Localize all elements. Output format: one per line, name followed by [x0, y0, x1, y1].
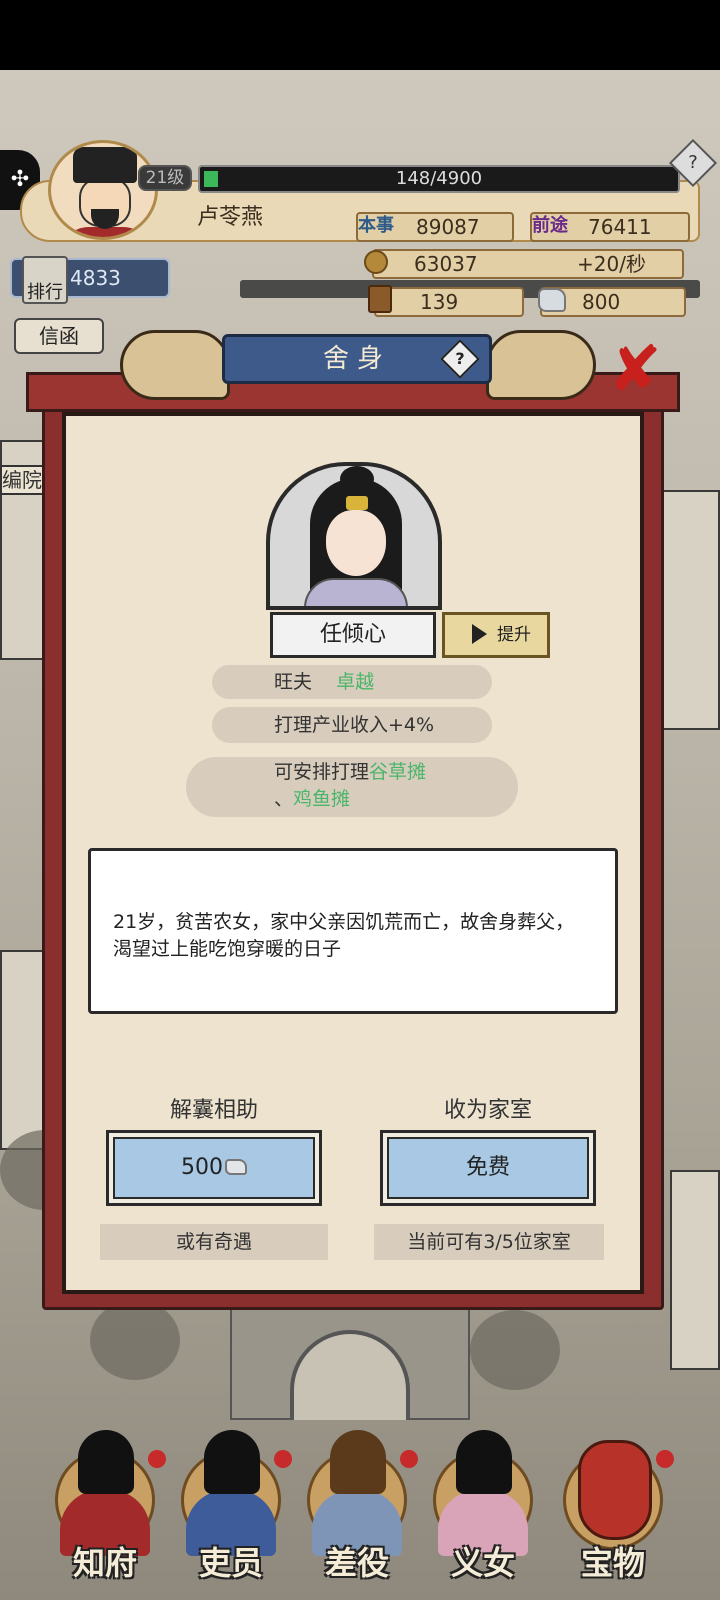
building-right-lower: [670, 1170, 720, 1370]
building-label[interactable]: 编院: [0, 465, 44, 495]
upgrade-label: 提升: [497, 625, 531, 645]
nav-label: 宝物: [580, 1544, 645, 1582]
marry-button-label: 免费: [387, 1137, 589, 1199]
tree: [470, 1310, 560, 1390]
marry-caption: 当前可有3/5位家室: [374, 1224, 604, 1260]
seal-value: 139: [420, 290, 459, 314]
ability-value: 89087: [416, 215, 480, 239]
upgrade-button[interactable]: 提升: [442, 612, 550, 658]
manage-separator: 、: [274, 788, 294, 810]
player-level: 21级: [138, 165, 192, 191]
tree: [90, 1300, 180, 1380]
seal-stat: 139: [374, 287, 524, 317]
silver-icon: [225, 1159, 247, 1175]
scroll-icon[interactable]: 排行: [22, 256, 68, 304]
nav-label: 义女: [450, 1544, 515, 1582]
play-icon: [472, 624, 487, 644]
help-caption: 或有奇遇: [100, 1224, 328, 1260]
nav-magistrate[interactable]: 知府: [40, 1420, 170, 1600]
trait-row: 旺夫 卓越: [212, 665, 492, 699]
close-icon[interactable]: ✘: [600, 338, 670, 402]
notification-dot: [148, 1450, 166, 1468]
notification-dot: [656, 1450, 674, 1468]
nav-treasures[interactable]: 宝物: [548, 1420, 678, 1600]
question-icon: ?: [688, 152, 698, 173]
help-button-face: 500: [113, 1137, 315, 1199]
ability-label: 本事: [358, 215, 394, 236]
help-cost: 500: [181, 1155, 223, 1180]
manage-item: 鸡鱼摊: [293, 788, 351, 810]
trait-grade: 卓越: [336, 671, 375, 693]
silver-icon: [538, 288, 566, 312]
rank-value: 4833: [70, 266, 121, 290]
building-right: [660, 490, 720, 730]
prestige-value: 76411: [588, 215, 652, 239]
character-description: 21岁，贫苦农女，家中父亲因饥荒而亡，故舍身葬父，渴望过上能吃饱穿暖的日子: [88, 848, 618, 1014]
nav-label: 知府: [72, 1544, 137, 1582]
prestige-label: 前途: [532, 215, 568, 236]
character-portrait: [266, 462, 442, 610]
treasure-bag-icon: [578, 1440, 652, 1540]
manage-prefix: 可安排打理: [274, 761, 370, 783]
coin-icon: [364, 250, 388, 274]
coin-rate: +20/秒: [577, 252, 646, 276]
rank-label: 排行: [27, 282, 63, 303]
player-name: 卢苓燕: [196, 205, 263, 230]
marry-button[interactable]: 免费: [380, 1130, 596, 1206]
silver-value: 800: [582, 290, 621, 314]
nav-daughters[interactable]: 义女: [418, 1420, 548, 1600]
option-label-marry: 收为家室: [443, 1098, 532, 1123]
trait-name: 旺夫: [274, 671, 313, 693]
notification-dot: [400, 1450, 418, 1468]
manage-row: 可安排打理谷草摊 、鸡鱼摊: [186, 757, 518, 817]
character-name: 任倾心: [270, 612, 436, 658]
question-icon: ?: [455, 349, 465, 368]
nav-label: 吏员: [198, 1544, 263, 1582]
coin-value: 63037: [414, 252, 478, 276]
help-button[interactable]: 500: [106, 1130, 322, 1206]
nav-runners[interactable]: 差役: [292, 1420, 422, 1600]
coin-stat: 63037 +20/秒: [372, 249, 684, 279]
xp-bar: 148/4900: [198, 165, 680, 193]
status-bar: [0, 0, 720, 70]
seal-icon: [368, 285, 392, 313]
mail-button[interactable]: 信函: [14, 318, 104, 354]
notification-dot: [274, 1450, 292, 1468]
xp-text: 148/4900: [395, 168, 483, 189]
cloud-ornament-left: [120, 330, 230, 400]
nav-label: 差役: [324, 1544, 389, 1582]
bonus-row: 打理产业收入+4%: [212, 707, 492, 743]
bottom-nav: 知府 吏员 差役 义女 宝物: [0, 1420, 720, 1600]
cloud-ornament-right: [486, 330, 596, 400]
manage-item: 谷草摊: [369, 761, 427, 783]
nav-clerks[interactable]: 吏员: [166, 1420, 296, 1600]
option-label-help: 解囊相助: [169, 1098, 258, 1123]
